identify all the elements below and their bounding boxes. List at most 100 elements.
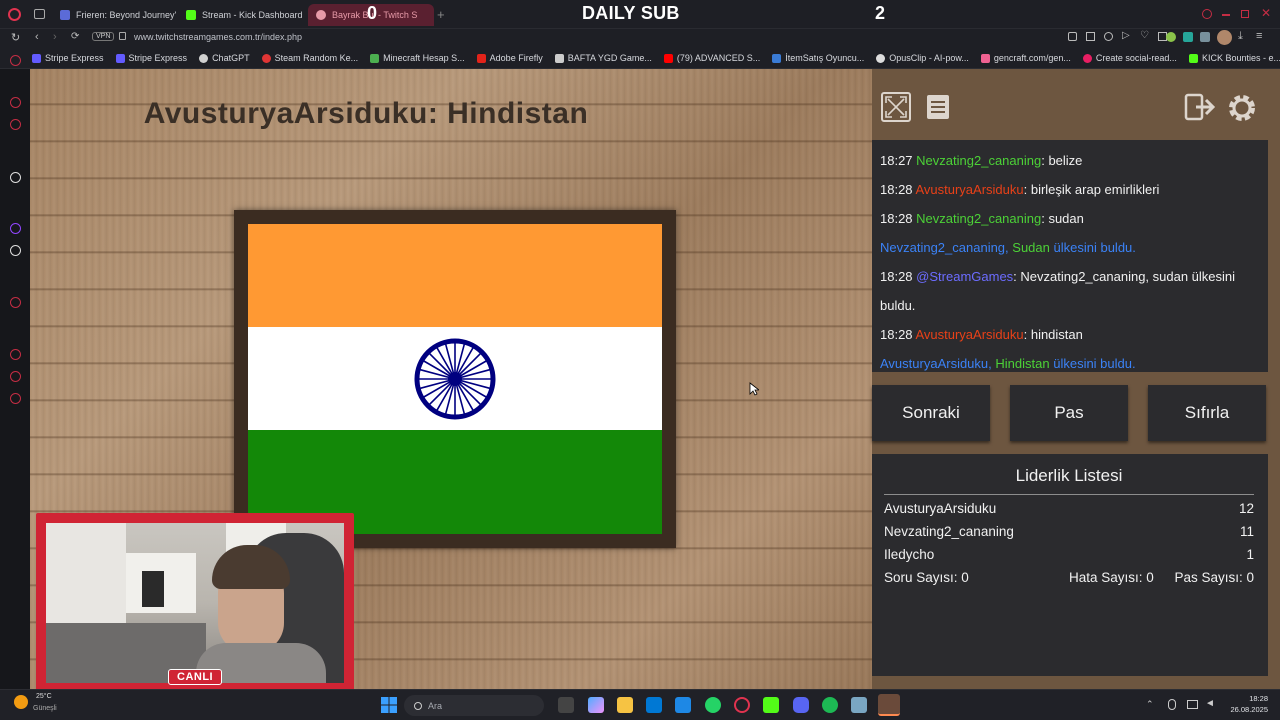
outlook-icon[interactable] [646,697,662,713]
store-icon[interactable] [675,697,691,713]
tab-menu-icon[interactable] [34,9,45,19]
sidebar-clock-icon[interactable] [10,349,21,360]
opusclip-icon [876,53,886,63]
reload-icon[interactable]: ↻ [11,31,20,44]
exit-icon[interactable] [1184,92,1216,122]
bookmark-item[interactable]: Steam Random Ke... [261,53,359,63]
bookmark-item[interactable]: Adobe Firefly [476,53,543,63]
play-icon[interactable]: ▷ [1122,30,1130,41]
sidebar-player-icon[interactable] [10,297,21,308]
bookmark-icon[interactable] [1068,32,1077,41]
chat-log[interactable]: 18:27 Nevzating2_cananing: belize 18:28 … [872,140,1268,372]
search-tabs-icon[interactable] [1202,9,1212,19]
bookmark-item[interactable]: (79) ADVANCED S... [663,53,760,63]
discord-icon[interactable] [793,697,809,713]
reset-button[interactable]: Sıfırla [1148,385,1266,441]
opera-logo-icon[interactable] [8,8,21,21]
sidebar-extensions-icon[interactable] [10,371,21,382]
system-message: AvusturyaArsiduku, Hindistan ülkesini bu… [880,349,1260,378]
chat-message: 18:28 Nevzating2_cananing: sudan [880,204,1260,233]
refresh-icon[interactable]: ⟳ [71,31,79,42]
heart-icon[interactable]: ♡ [1140,30,1149,41]
wallet-icon[interactable] [1104,32,1113,41]
extension-icon[interactable] [1166,32,1176,42]
document-icon[interactable] [923,92,953,122]
weather-icon[interactable] [14,695,28,709]
message-text: : birleşik arap emirlikleri [1023,182,1160,197]
search-icon [414,701,422,710]
bookmark-item[interactable]: BAFTA YGD Game... [554,53,652,63]
stripe-icon [32,53,41,63]
adobe-icon [476,53,486,63]
bookmark-label: Steam Random Ke... [274,53,359,63]
snapshot-icon[interactable] [1086,32,1095,41]
volume-icon[interactable]: ◄ [1205,698,1215,709]
chat-message: 18:28 AvusturyaArsiduku: birleşik arap e… [880,175,1260,204]
extension-icon[interactable] [1183,32,1193,42]
taskbar-clock[interactable]: 18:28 26.08.2025 [1230,693,1268,715]
minimize-icon[interactable] [1222,14,1230,16]
menu-icon[interactable]: ≡ [1256,30,1262,42]
player-name: Iledycho [884,547,935,562]
next-button[interactable]: Sonraki [872,385,990,441]
sidebar-twitch-icon[interactable] [10,223,21,234]
browser-tab-bar: Frieren: Beyond Journey's Stream - Kick … [0,0,1280,29]
tab-label: Stream - Kick Dashboard [202,10,303,20]
url-text[interactable]: www.twitchstreamgames.com.tr/index.php [134,32,302,42]
lock-icon [119,32,126,40]
task-view-icon[interactable] [558,697,574,713]
tab-kick-dashboard[interactable]: Stream - Kick Dashboard [178,4,306,26]
whatsapp-icon[interactable] [705,697,721,713]
new-tab-icon[interactable]: + [437,7,445,22]
bookmark-item[interactable]: Stripe Express [115,53,187,63]
opera-taskbar-icon[interactable] [734,697,750,713]
pass-button[interactable]: Pas [1010,385,1128,441]
sidebar-x-icon[interactable] [10,245,21,256]
bookmark-item[interactable]: gencraft.com/gen... [980,53,1071,63]
spotify-icon[interactable] [822,697,838,713]
bookmark-item[interactable]: İtemSatış Oyuncu... [772,53,864,63]
back-icon[interactable]: ‹ [35,31,39,43]
forward-icon[interactable]: › [53,31,57,43]
file-explorer-icon[interactable] [617,697,633,713]
tray-chevron-icon[interactable]: ⌃ [1146,699,1154,710]
download-icon[interactable]: ⤓ [1238,30,1243,43]
kick-icon [1188,53,1198,63]
bookmark-item[interactable]: Create social-read... [1082,53,1177,63]
sidebar-mail-icon[interactable] [10,119,21,130]
settings-taskbar-icon[interactable] [851,697,867,713]
question-title: AvusturyaArsiduku: Hindistan [143,97,589,130]
itemsatis-icon [772,53,782,63]
message-user: Nevzating2_cananing [916,153,1042,168]
close-icon[interactable]: ✕ [1261,6,1271,20]
copilot-icon[interactable] [588,697,604,713]
found-country: Hindistan [995,356,1050,371]
microphone-icon[interactable] [1168,699,1176,710]
bookmark-item[interactable]: Stripe Express [32,53,104,63]
live-badge: CANLI [168,669,223,685]
avatar[interactable] [1217,30,1232,45]
sidebar-history-icon[interactable] [10,55,21,66]
network-icon[interactable] [1187,700,1198,709]
fullscreen-icon[interactable] [881,92,911,122]
bookmark-label: Create social-read... [1095,53,1177,63]
bookmark-label: İtemSatış Oyuncu... [785,53,865,63]
windows-start-icon[interactable] [381,697,397,713]
tab-frieren[interactable]: Frieren: Beyond Journey's [52,4,176,26]
gear-icon[interactable] [1226,92,1256,122]
minecraft-icon [370,53,380,63]
bookmark-item[interactable]: OpusClip - AI-pow... [876,53,969,63]
maximize-icon[interactable] [1241,10,1249,18]
taskbar-search[interactable]: Ara [404,695,544,716]
sidebar-settings-icon[interactable] [10,393,21,404]
sidebar-ai-icon[interactable] [10,172,21,183]
bookmark-item[interactable]: Minecraft Hesap S... [370,53,465,63]
sidebar-messenger-icon[interactable] [10,97,21,108]
bookmark-item[interactable]: ChatGPT [199,53,250,63]
kick-taskbar-icon[interactable] [763,697,779,713]
vpn-badge[interactable]: VPN [92,32,115,41]
obs-taskbar-icon[interactable] [878,694,900,716]
extensions-icon[interactable] [1200,32,1210,42]
player-score: 12 [1238,501,1254,516]
bookmark-item[interactable]: KICK Bounties - e... [1188,53,1280,63]
